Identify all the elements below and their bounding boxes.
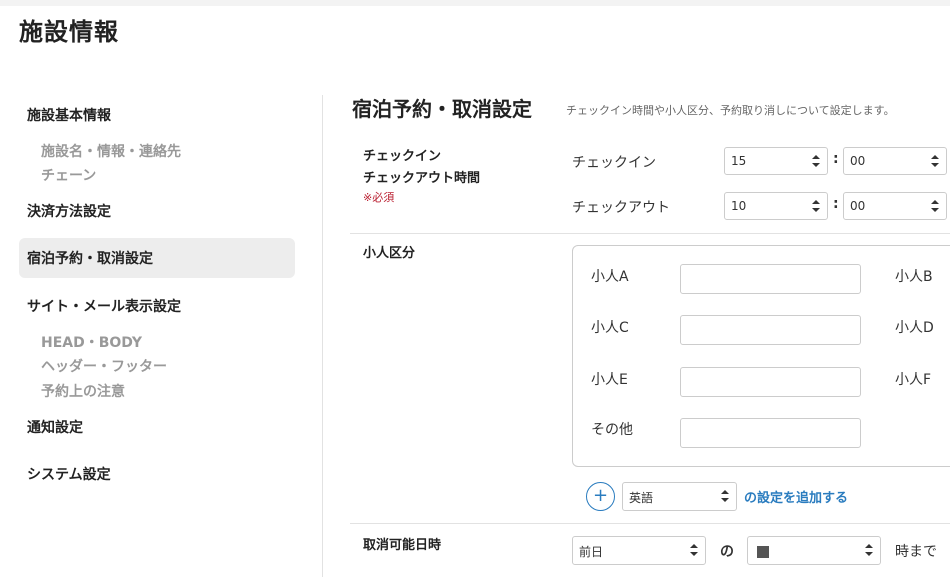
checkin-minute-select[interactable]: 00: [843, 147, 947, 175]
add-language-button[interactable]: +: [586, 482, 615, 511]
language-select[interactable]: 英語: [622, 482, 737, 511]
child-row-label: 小人区分: [363, 246, 416, 261]
checkout-minute-value: 00: [850, 199, 866, 213]
sidebar-item-system[interactable]: システム設定: [27, 464, 111, 484]
select-arrows-icon: [865, 544, 873, 556]
checkin-hour-value: 15: [731, 154, 747, 168]
child-e-input[interactable]: [680, 367, 861, 397]
sidebar-divider: [322, 95, 323, 577]
checkin-minute-value: 00: [850, 154, 866, 168]
checkout-minute-select[interactable]: 00: [843, 192, 947, 220]
checkout-label: チェックアウト: [572, 200, 670, 216]
sidebar-item-notification[interactable]: 通知設定: [27, 417, 83, 437]
color-swatch: [757, 546, 769, 558]
sidebar-subitem-header-footer[interactable]: ヘッダー・フッター: [41, 356, 167, 376]
cancel-day-value: 前日: [579, 545, 604, 559]
sidebar-item-payment[interactable]: 決済方法設定: [27, 201, 111, 221]
child-other-label: その他: [591, 422, 633, 438]
child-other-input[interactable]: [680, 418, 861, 448]
page-title: 施設情報: [19, 18, 119, 46]
child-d-label: 小人D: [895, 320, 934, 336]
section-title: 宿泊予約・取消設定: [352, 97, 532, 121]
language-value: 英語: [629, 491, 654, 505]
select-arrows-icon: [931, 155, 939, 167]
cancel-hour-select[interactable]: [747, 536, 881, 565]
child-e-label: 小人E: [591, 372, 628, 388]
cancel-row-label: 取消可能日時: [363, 538, 442, 553]
sidebar-item-site-mail[interactable]: サイト・メール表示設定: [27, 296, 181, 316]
select-arrows-icon: [721, 490, 729, 502]
row-divider: [350, 523, 950, 524]
checkout-hour-value: 10: [731, 199, 747, 213]
required-mark: ※必須: [363, 191, 395, 204]
sidebar-item-reservation[interactable]: 宿泊予約・取消設定: [27, 248, 153, 268]
child-a-input[interactable]: [680, 264, 861, 294]
child-a-label: 小人A: [591, 269, 629, 285]
section-description: チェックイン時間や小人区分、予約取り消しについて設定します。: [566, 104, 895, 117]
child-c-input[interactable]: [680, 315, 861, 345]
sidebar-subitem-notes[interactable]: 予約上の注意: [41, 381, 125, 401]
select-arrows-icon: [812, 155, 820, 167]
row-divider: [350, 233, 950, 234]
child-b-label: 小人B: [895, 269, 933, 285]
select-arrows-icon: [812, 200, 820, 212]
sidebar-subitem-chain[interactable]: チェーン: [41, 165, 96, 185]
select-arrows-icon: [931, 200, 939, 212]
sidebar-item-basic-info[interactable]: 施設基本情報: [27, 105, 111, 125]
checkin-label: チェックイン: [572, 155, 656, 171]
cancel-of-text: の: [720, 544, 734, 560]
child-f-label: 小人F: [895, 372, 932, 388]
checkin-row-label-2: チェックアウト時間: [363, 171, 481, 186]
add-setting-link[interactable]: の設定を追加する: [744, 487, 848, 506]
sidebar-subitem-name-contact[interactable]: 施設名・情報・連絡先: [41, 141, 181, 161]
checkout-hour-select[interactable]: 10: [724, 192, 828, 220]
top-strip: [0, 0, 950, 6]
sidebar-subitem-head-body[interactable]: HEAD・BODY: [41, 332, 142, 352]
child-c-label: 小人C: [591, 320, 629, 336]
checkin-hour-select[interactable]: 15: [724, 147, 828, 175]
select-arrows-icon: [690, 544, 698, 556]
cancel-until-text: 時まで: [895, 544, 937, 560]
cancel-day-select[interactable]: 前日: [572, 536, 706, 565]
checkout-colon: :: [833, 196, 839, 212]
checkin-colon: :: [833, 151, 839, 167]
checkin-row-label-1: チェックイン: [363, 149, 442, 164]
